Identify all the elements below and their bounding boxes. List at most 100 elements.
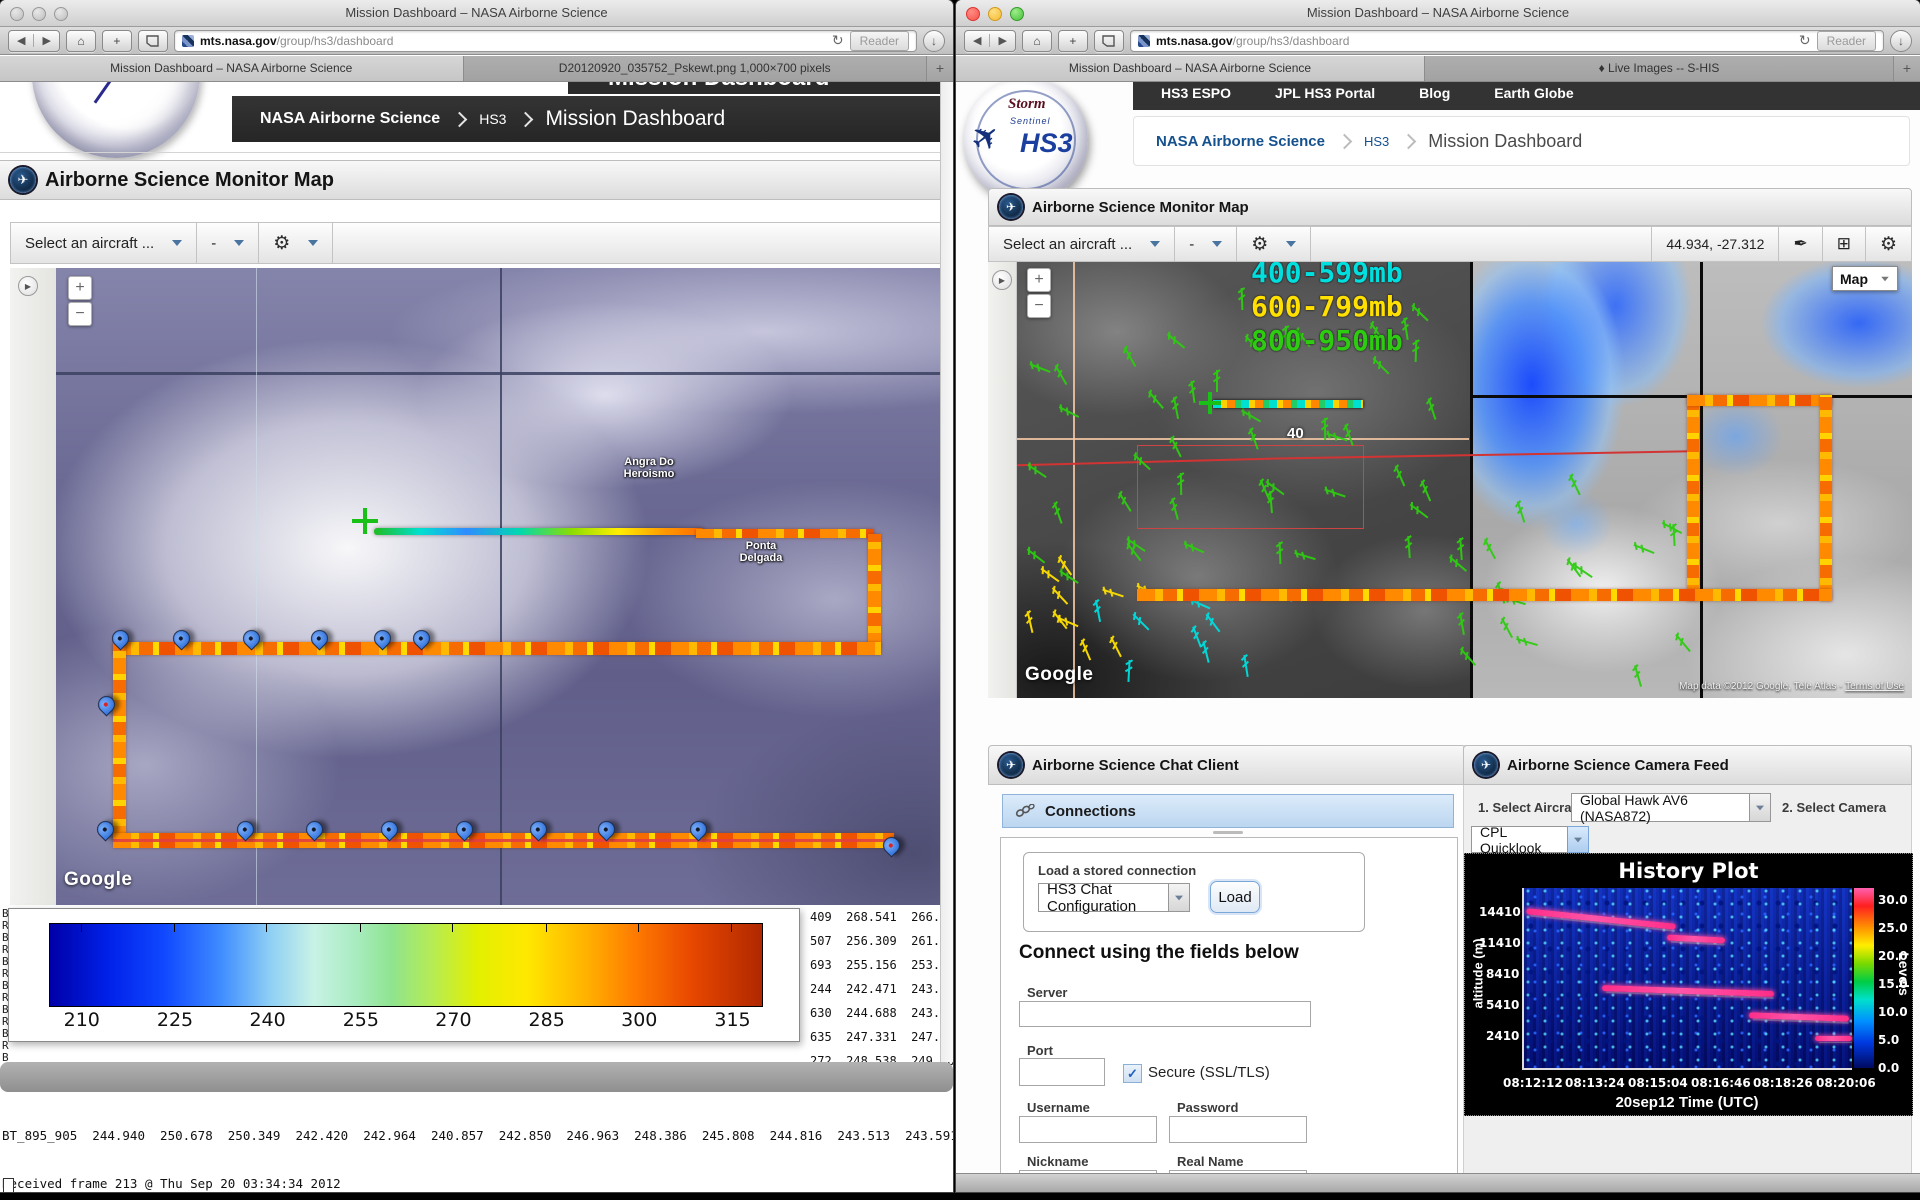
horizontal-scrollbar[interactable] — [0, 1062, 953, 1092]
secure-checkbox[interactable]: ✓ — [1123, 1064, 1142, 1083]
reload-icon[interactable]: ↻ — [1799, 32, 1811, 49]
chevron-down-icon — [1169, 883, 1190, 912]
right-titlebar[interactable]: Mission Dashboard – NASA Airborne Scienc… — [956, 0, 1920, 27]
monitor-map-header: ✈ Airborne Science Monitor Map — [988, 188, 1912, 226]
map-type-button[interactable]: Map — [1832, 266, 1898, 291]
close-window-icon[interactable] — [966, 7, 980, 21]
chevron-right-icon — [1401, 133, 1417, 149]
layer-select[interactable]: - — [1175, 227, 1237, 261]
grid-line — [256, 268, 257, 905]
expand-panel-button[interactable]: ▶ — [18, 276, 38, 296]
aircraft-position-icon — [352, 508, 378, 534]
close-window-icon[interactable] — [10, 7, 24, 21]
breadcrumb-root[interactable]: NASA Airborne Science — [1156, 133, 1325, 150]
y-tick: 2410 — [1486, 1029, 1519, 1043]
weather-map[interactable]: 40 400-599mb 600-799mb 800-950mb — [1017, 262, 1912, 698]
nav-blog[interactable]: Blog — [1419, 85, 1450, 101]
terminal-line-tail: 409 268.541 266.758 — [810, 910, 953, 924]
tab-skewt-image[interactable]: D20120920_035752_Pskewt.png 1,000×700 pi… — [464, 56, 928, 81]
tab-mission-dashboard[interactable]: Mission Dashboard – NASA Airborne Scienc… — [956, 56, 1425, 81]
minimize-window-icon[interactable] — [988, 7, 1002, 21]
clipped-title-sliver: Mission Dashboard — [568, 82, 941, 94]
connections-bar[interactable]: Connections — [1002, 794, 1454, 828]
username-input[interactable] — [1019, 1116, 1157, 1143]
aircraft-combo[interactable]: Global Hawk AV6 (NASA872) — [1571, 793, 1771, 822]
cursor-coordinates: 44.934, -27.312 — [1651, 227, 1779, 261]
settings-button[interactable]: ⚙ — [1866, 227, 1911, 261]
splitter-handle[interactable] — [1002, 829, 1454, 836]
reader-button[interactable]: Reader — [850, 31, 909, 51]
downloads-button[interactable]: ↓ — [1890, 30, 1912, 52]
zoom-in-button[interactable]: + — [68, 276, 92, 300]
home-button[interactable]: ⌂ — [66, 30, 96, 52]
reader-button[interactable]: Reader — [1817, 31, 1876, 51]
url-path: /group/hs3/dashboard — [277, 34, 394, 48]
check-icon: ✓ — [1127, 1067, 1138, 1080]
map-settings-menu[interactable]: ⚙ — [1237, 227, 1311, 261]
airborne-science-icon: ✈ — [999, 753, 1023, 777]
stored-connection-select[interactable]: HS3 Chat Configuration — [1038, 883, 1190, 912]
minimize-window-icon[interactable] — [32, 7, 46, 21]
cbar-tick: 30.0 — [1878, 893, 1908, 907]
page-curl-icon[interactable] — [138, 30, 168, 52]
port-input[interactable] — [1019, 1058, 1105, 1086]
google-logo[interactable]: Google — [1025, 664, 1093, 686]
home-button[interactable]: ⌂ — [1022, 30, 1052, 52]
colorbar-panel: 210 225 240 255 270 285 300 315 — [8, 908, 800, 1042]
breadcrumb-hs3[interactable]: HS3 — [1364, 134, 1389, 149]
new-tab-button[interactable]: + — [1058, 30, 1088, 52]
aircraft-select[interactable]: Select an aircraft ... — [989, 227, 1175, 261]
nav-jpl-portal[interactable]: JPL HS3 Portal — [1275, 85, 1375, 101]
left-tab-bar: Mission Dashboard – NASA Airborne Scienc… — [0, 56, 953, 82]
window-controls[interactable] — [10, 7, 68, 21]
server-input[interactable] — [1019, 1001, 1311, 1027]
breadcrumb: NASA Airborne Science HS3 Mission Dashbo… — [1133, 116, 1910, 166]
breadcrumb-root[interactable]: NASA Airborne Science — [260, 110, 440, 128]
zoom-out-button[interactable]: − — [68, 302, 92, 326]
tab-live-images[interactable]: ♦ Live Images -- S-HIS — [1425, 56, 1894, 81]
x-tick: 08:20:06 — [1816, 1076, 1876, 1090]
draw-tool-button[interactable]: ✒ — [1779, 227, 1822, 261]
breadcrumb-hs3[interactable]: HS3 — [479, 111, 506, 127]
reload-icon[interactable]: ↻ — [832, 32, 844, 49]
plot-area — [1522, 888, 1852, 1068]
map-side-strip: ▶ — [10, 268, 57, 905]
address-bar[interactable]: mts.nasa.gov/group/hs3/dashboard ↻ Reade… — [174, 30, 917, 52]
address-bar[interactable]: mts.nasa.gov/group/hs3/dashboard ↻ Reade… — [1130, 30, 1884, 52]
left-titlebar[interactable]: Mission Dashboard – NASA Airborne Scienc… — [0, 0, 953, 27]
add-tab-button[interactable]: + — [1894, 56, 1920, 81]
back-forward-buttons[interactable]: ◀▶ — [964, 30, 1016, 52]
zoom-window-icon[interactable] — [54, 7, 68, 21]
left-browser-window: Mission Dashboard – NASA Airborne Scienc… — [0, 0, 953, 1192]
load-button[interactable]: Load — [1210, 881, 1260, 913]
grid-view-button[interactable]: ⊞ — [1823, 227, 1866, 261]
new-tab-button[interactable]: + — [102, 30, 132, 52]
window-controls[interactable] — [966, 7, 1024, 21]
nav-earth-globe[interactable]: Earth Globe — [1494, 85, 1573, 101]
map-toolbar: Select an aircraft ... - ⚙ 44.934, -27.3… — [988, 226, 1912, 262]
google-logo[interactable]: Google — [64, 869, 132, 891]
terminal-line-tail: 630 244.688 243.563 — [810, 1006, 953, 1020]
password-input[interactable] — [1169, 1116, 1307, 1143]
hurricane-map[interactable]: Angra Do Heroismo Ponta Delgada + − Goog… — [56, 268, 941, 905]
url-path: /group/hs3/dashboard — [1233, 34, 1350, 48]
nav-hs3-espo[interactable]: HS3 ESPO — [1161, 85, 1231, 101]
camera-combo[interactable]: CPL Quicklook — [1471, 826, 1589, 853]
zoom-window-icon[interactable] — [1010, 7, 1024, 21]
vertical-scrollbar[interactable] — [940, 82, 953, 1062]
place-label: Angra Do Heroismo — [614, 456, 684, 480]
layer-select[interactable]: - — [197, 223, 259, 263]
secure-label[interactable]: Secure (SSL/TLS) — [1148, 1064, 1270, 1081]
page-curl-icon[interactable] — [1094, 30, 1124, 52]
add-tab-button[interactable]: + — [927, 56, 953, 81]
expand-panel-button[interactable]: ▶ — [992, 270, 1012, 290]
terms-of-use-link[interactable]: Terms of Use — [1845, 681, 1904, 692]
zoom-in-button[interactable]: + — [1027, 268, 1051, 292]
downloads-button[interactable]: ↓ — [923, 30, 945, 52]
tab-mission-dashboard[interactable]: Mission Dashboard – NASA Airborne Scienc… — [0, 56, 464, 81]
zoom-out-button[interactable]: − — [1027, 294, 1051, 318]
map-settings-menu[interactable]: ⚙ — [259, 223, 333, 263]
aircraft-select[interactable]: Select an aircraft ... — [11, 223, 197, 263]
back-forward-buttons[interactable]: ◀▶ — [8, 30, 60, 52]
hs3-logo[interactable]: Storm Sentinel HS3 ✈ — [964, 82, 1088, 202]
